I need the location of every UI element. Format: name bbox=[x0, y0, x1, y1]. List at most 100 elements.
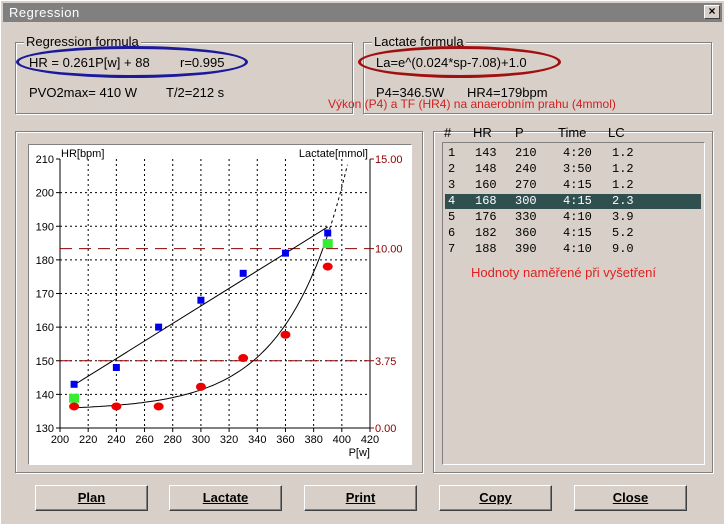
copy-button[interactable]: Copy bbox=[439, 485, 552, 511]
x-tick-label: 340 bbox=[248, 434, 266, 446]
t-half-value: T/2=212 s bbox=[166, 85, 225, 100]
chart-area: 200 220 240 260 280 300 320 340 360 380 400 420 130 1… bbox=[28, 144, 412, 465]
table-row[interactable]: 5 176 330 4:10 3.9 bbox=[445, 210, 701, 225]
table-cell-hr: 168 bbox=[475, 194, 497, 208]
measurements-rows: 1 143 210 4:20 1.2 2 148 240 3:50 1.2 3 160 270 4:15 1… bbox=[445, 146, 703, 256]
table-cell-index: 5 bbox=[448, 210, 456, 224]
y-tick-label-left: 130 bbox=[36, 423, 54, 435]
table-cell-lc: 1.2 bbox=[612, 178, 634, 192]
regression-window: Regression × Regression formula HR = 0.2… bbox=[0, 0, 725, 525]
y-axis-label-right: Lactate[mmol] bbox=[299, 148, 368, 160]
table-row[interactable]: 4 168 300 4:15 2.3 bbox=[445, 194, 701, 209]
table-cell-hr: 176 bbox=[475, 210, 497, 224]
table-cell-lc: 1.2 bbox=[612, 162, 634, 176]
title-bar[interactable]: Regression × bbox=[3, 3, 722, 22]
window-title: Regression bbox=[9, 5, 80, 20]
hr-point bbox=[281, 249, 289, 257]
lactate-point bbox=[322, 262, 333, 271]
table-cell-p: 360 bbox=[515, 226, 537, 240]
threshold-note: Výkon (P4) a TF (HR4) na anaerobním prah… bbox=[328, 97, 616, 111]
lactate-formula: La=e^(0.024*sp-7.08)+1.0 bbox=[376, 55, 527, 70]
table-cell-index: 2 bbox=[448, 162, 456, 176]
y-tick-label-left: 200 bbox=[36, 188, 54, 200]
hr-point bbox=[70, 380, 78, 388]
regression-formula: HR = 0.261P[w] + 88 bbox=[29, 55, 150, 70]
lactate-point bbox=[69, 402, 80, 411]
x-tick-label: 260 bbox=[135, 434, 153, 446]
lactate-point bbox=[238, 354, 249, 363]
table-cell-lc: 1.2 bbox=[612, 146, 634, 160]
col-header-p[interactable]: P bbox=[515, 125, 524, 140]
close-button[interactable]: Close bbox=[574, 485, 687, 511]
x-tick-label: 280 bbox=[164, 434, 182, 446]
x-tick-label: 220 bbox=[79, 434, 97, 446]
close-icon[interactable]: × bbox=[704, 5, 720, 19]
table-cell-hr: 148 bbox=[475, 162, 497, 176]
table-cell-p: 330 bbox=[515, 210, 537, 224]
table-cell-index: 3 bbox=[448, 178, 456, 192]
y-tick-label-left: 150 bbox=[36, 356, 54, 368]
x-tick-label: 360 bbox=[276, 434, 294, 446]
table-cell-lc: 5.2 bbox=[612, 226, 634, 240]
col-header-time[interactable]: Time bbox=[558, 125, 586, 140]
x-tick-label: 400 bbox=[333, 434, 351, 446]
table-cell-index: 7 bbox=[448, 242, 456, 256]
plan-button[interactable]: Plan bbox=[35, 485, 148, 511]
table-cell-p: 390 bbox=[515, 242, 537, 256]
lactate-button[interactable]: Lactate bbox=[169, 485, 282, 511]
table-cell-index: 6 bbox=[448, 226, 456, 240]
table-cell-hr: 188 bbox=[475, 242, 497, 256]
y-tick-label-left: 210 bbox=[36, 154, 54, 166]
measurements-list[interactable]: 1 143 210 4:20 1.2 2 148 240 3:50 1.2 3 160 270 4:15 1… bbox=[442, 142, 705, 465]
y-tick-label-left: 160 bbox=[36, 322, 54, 334]
y-tick-label-left: 140 bbox=[36, 389, 54, 401]
table-cell-p: 210 bbox=[515, 146, 537, 160]
y-tick-label-left: 170 bbox=[36, 289, 54, 301]
table-row[interactable]: 3 160 270 4:15 1.2 bbox=[445, 178, 701, 193]
y-tick-label-right: 15.00 bbox=[375, 154, 403, 166]
y-axis-label-left: HR[bpm] bbox=[61, 148, 104, 160]
table-cell-hr: 143 bbox=[475, 146, 497, 160]
table-cell-time: 4:15 bbox=[563, 178, 592, 192]
lactate-point bbox=[153, 402, 164, 411]
col-header-lc[interactable]: LC bbox=[608, 125, 625, 140]
y-tick-label-right: 3.75 bbox=[375, 356, 396, 368]
x-tick-label: 320 bbox=[220, 434, 238, 446]
regression-r-value: r=0.995 bbox=[180, 55, 225, 70]
hr-point bbox=[197, 296, 205, 304]
table-cell-p: 300 bbox=[515, 194, 537, 208]
hr-point bbox=[324, 229, 332, 237]
table-cell-index: 1 bbox=[448, 146, 456, 160]
table-cell-time: 4:10 bbox=[563, 242, 592, 256]
table-cell-hr: 182 bbox=[475, 226, 497, 240]
x-tick-label: 240 bbox=[107, 434, 125, 446]
table-cell-p: 270 bbox=[515, 178, 537, 192]
lactate-point bbox=[195, 382, 206, 391]
table-row[interactable]: 1 143 210 4:20 1.2 bbox=[445, 146, 701, 161]
x-tick-label: 200 bbox=[51, 434, 69, 446]
x-axis-label: P[w] bbox=[349, 447, 370, 459]
table-cell-time: 4:15 bbox=[563, 194, 592, 208]
table-cell-time: 4:15 bbox=[563, 226, 592, 240]
table-row[interactable]: 7 188 390 4:10 9.0 bbox=[445, 242, 701, 257]
y-tick-label-left: 180 bbox=[36, 255, 54, 267]
table-cell-time: 4:10 bbox=[563, 210, 592, 224]
highlight-marker bbox=[322, 239, 333, 249]
y-tick-label-right: 10.00 bbox=[375, 244, 403, 256]
hr-point bbox=[239, 269, 247, 277]
table-row[interactable]: 2 148 240 3:50 1.2 bbox=[445, 162, 701, 177]
table-cell-lc: 3.9 bbox=[612, 210, 634, 224]
hr-point bbox=[155, 323, 163, 331]
col-header-index[interactable]: # bbox=[444, 125, 451, 140]
table-cell-p: 240 bbox=[515, 162, 537, 176]
x-tick-label: 300 bbox=[192, 434, 210, 446]
table-cell-lc: 9.0 bbox=[612, 242, 634, 256]
table-row[interactable]: 6 182 360 4:15 5.2 bbox=[445, 226, 701, 241]
col-header-hr[interactable]: HR bbox=[473, 125, 492, 140]
x-tick-label: 380 bbox=[304, 434, 322, 446]
lactate-point bbox=[280, 330, 291, 339]
print-button[interactable]: Print bbox=[304, 485, 417, 511]
y-tick-label-right: 0.00 bbox=[375, 423, 396, 435]
table-cell-hr: 160 bbox=[475, 178, 497, 192]
table-cell-lc: 2.3 bbox=[612, 194, 634, 208]
